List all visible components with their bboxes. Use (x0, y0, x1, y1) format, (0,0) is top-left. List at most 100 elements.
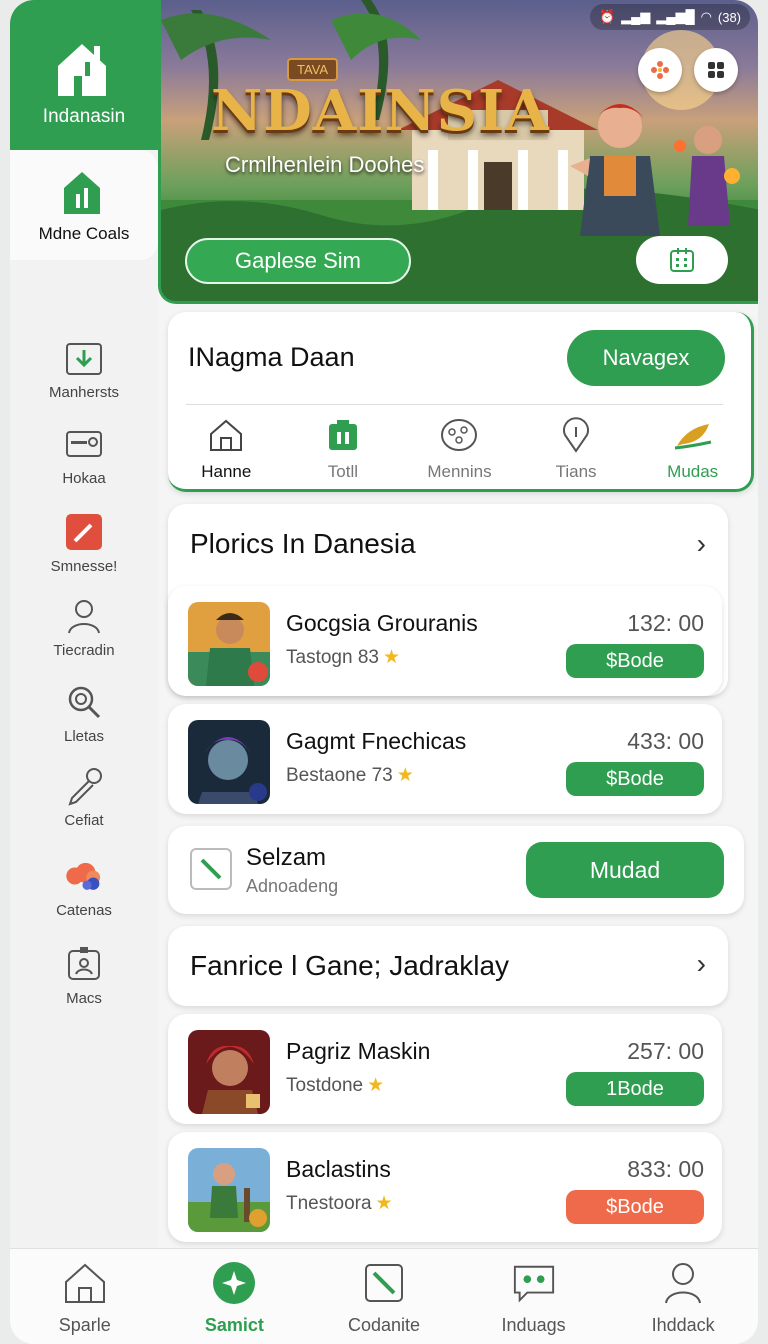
leaf-icon (674, 424, 711, 450)
card-subtitle: Adnoadeng (246, 876, 339, 896)
sidebar-item-label: Tiecradin (53, 642, 115, 659)
game-row[interactable]: Gocgsia Grouranis Tastogn 83 ★ 132: 00 $B… (168, 586, 722, 696)
tab-label: Totll (327, 462, 358, 481)
section-title[interactable]: Fanrice l Gane; Jadraklay (190, 950, 509, 982)
game-subtitle: Tostdone ★ (286, 1075, 385, 1096)
game-thumbnail (188, 602, 270, 686)
sidebar-item-label: Smnesse! (50, 558, 118, 575)
nav-samict[interactable]: Samict (160, 1249, 310, 1344)
sidebar-item-catenas[interactable]: Catenas (10, 856, 158, 919)
sidebar-item-manhersts[interactable]: Manhersts (10, 338, 158, 401)
game-row[interactable]: Gagmt Fnechicas Bestaone 73 ★ 433: 00 $Bo… (168, 704, 722, 814)
character-illustration (674, 126, 740, 226)
bottom-nav: Sparle Samict Codanite Induags Ihddack (10, 1248, 758, 1344)
sidebar-item-selected[interactable]: Mdne Coals (10, 150, 158, 260)
chevron-right-icon[interactable]: › (697, 528, 706, 560)
divider (186, 404, 723, 405)
sidebar-item-hokaa[interactable]: Hokaa (10, 424, 158, 487)
menu-button[interactable] (694, 48, 738, 92)
sidebar-item-label: Macs (66, 990, 102, 1007)
pencil-icon (64, 512, 104, 552)
game-name: Gocgsia Grouranis (286, 610, 478, 636)
game-action-button[interactable]: $Bode (566, 644, 704, 678)
nav-sparle[interactable]: Sparle (10, 1249, 160, 1344)
game-thumbnail (188, 1030, 270, 1114)
home-icon (58, 44, 106, 96)
palette-icon (441, 419, 478, 451)
wifi-icon: ◠ (700, 9, 712, 24)
edit-icon (190, 848, 232, 890)
sidebar-item-label: Mdne Coals (38, 224, 130, 243)
calendar-button[interactable] (636, 236, 728, 284)
selzam-card[interactable]: Selzam Adnoadeng Mudad (168, 826, 744, 914)
home-icon (64, 1263, 105, 1303)
tab-hanne[interactable]: Hanne (168, 416, 285, 482)
sidebar-item-label: Lletas (63, 728, 105, 745)
search-icon (64, 682, 104, 722)
sidebar-item-tiecradin[interactable]: Tiecradin (10, 596, 158, 659)
nav-ihddack[interactable]: Ihddack (608, 1249, 758, 1344)
nav-label: Codanite (347, 1315, 421, 1335)
clouds-icon (64, 856, 104, 896)
sidebar-item-smnesse[interactable]: Smnesse! (10, 512, 158, 575)
tab-mudas[interactable]: Mudas (634, 416, 751, 482)
download-icon (64, 338, 104, 378)
nav-codanite[interactable]: Codanite (309, 1249, 459, 1344)
sidebar-item-label: Manhersts (48, 384, 120, 401)
sidebar-item-home[interactable]: Indanasin (10, 0, 158, 150)
sidebar-item-macs[interactable]: Macs (10, 944, 158, 1007)
sidebar-item-lletas[interactable]: Lletas (10, 682, 158, 745)
game-subtitle: Tnestoora ★ (286, 1193, 393, 1214)
edit-icon (364, 1264, 403, 1302)
nav-label: Induags (501, 1315, 566, 1335)
nav-induags[interactable]: Induags (459, 1249, 609, 1344)
tab-totll[interactable]: Totll (285, 416, 402, 482)
alarm-icon: ⏰ (598, 9, 616, 24)
star-icon: ★ (396, 765, 414, 786)
game-row[interactable]: Pagriz Maskin Tostdone ★ 257: 00 1Bode (168, 1014, 722, 1124)
signal-icon: ▂▄▆█ (656, 9, 695, 24)
star-icon: ★ (367, 1075, 385, 1096)
tab-mennins[interactable]: Mennins (401, 416, 518, 482)
game-row[interactable]: Baclastins Tnestoora ★ 833: 00 $Bode (168, 1132, 722, 1242)
nav-label: Sparle (58, 1315, 111, 1335)
game-action-button[interactable]: $Bode (566, 762, 704, 796)
location-icon (563, 417, 590, 453)
sidebar-item-cefiat[interactable]: Cefiat (10, 766, 158, 829)
game-name: Pagriz Maskin (286, 1038, 431, 1064)
chevron-right-icon[interactable]: › (697, 948, 706, 980)
game-price: 833: 00 (627, 1156, 704, 1182)
section-title[interactable]: Plorics In Danesia (190, 528, 416, 560)
character-illustration (570, 104, 660, 236)
game-action-button[interactable]: 1Bode (566, 1072, 704, 1106)
download-icon (328, 420, 357, 450)
star-icon: ★ (375, 1193, 393, 1214)
sparkle-icon (213, 1262, 256, 1304)
grid-icon (708, 62, 724, 78)
badge-icon (64, 944, 104, 984)
microphone-icon (64, 766, 104, 806)
game-logo: NDAINSIA (211, 78, 550, 144)
signal-icon: ▂▄▆ (621, 9, 651, 24)
main-card: INagma Daan Navagex Hanne Totll Mennins … (168, 312, 754, 492)
apps-button[interactable] (638, 48, 682, 92)
tab-label: Hanne (201, 462, 252, 481)
home-icon (210, 419, 243, 451)
card-title: Selzam (246, 844, 327, 871)
chat-icon (513, 1265, 554, 1303)
game-action-button[interactable]: $Bode (566, 1190, 704, 1224)
hero-cta-button[interactable]: Gaplese Sim (185, 238, 411, 284)
hero-banner[interactable]: TAVA NDAINSIA Crmlhenlein Doohes Gaplese… (158, 0, 758, 304)
game-price: 132: 00 (627, 610, 704, 636)
sidebar-item-label: Catenas (56, 902, 112, 919)
tab-tians[interactable]: Tians (518, 416, 635, 482)
game-thumbnail (188, 720, 270, 804)
card-icon (64, 424, 104, 464)
mudad-button[interactable]: Mudad (526, 842, 724, 898)
game-name: Baclastins (286, 1156, 391, 1182)
navigate-button[interactable]: Navagex (567, 330, 725, 386)
section-fanrice: Fanrice l Gane; Jadraklay › (168, 926, 728, 1006)
star-icon: ★ (382, 647, 401, 668)
main-card-title: INagma Daan (188, 342, 355, 372)
tab-label: Tians (555, 462, 597, 481)
